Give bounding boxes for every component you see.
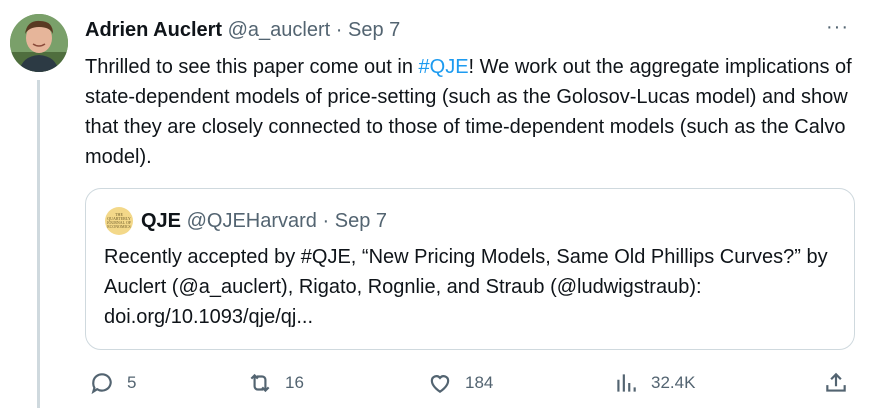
views-icon — [617, 374, 636, 392]
quoted-date: Sep 7 — [334, 210, 387, 232]
action-bar: 5 16 184 32.4K — [85, 364, 855, 404]
tweet-text-before: Thrilled to see this paper come out in — [85, 56, 419, 78]
quoted-avatar-logo-text: THE QUARTERLY JOURNAL OF ECONOMICS — [106, 212, 132, 229]
tweet-header: Adrien Auclert @a_auclert · Sep 7 — [85, 17, 400, 43]
quoted-header: QJE @QJEHarvard · Sep 7 — [141, 208, 387, 234]
quoted-separator: · — [322, 210, 330, 232]
more-options-icon[interactable]: ··· — [826, 16, 849, 39]
avatar-photo — [10, 14, 68, 72]
reply-icon — [91, 373, 112, 395]
avatar[interactable] — [10, 14, 68, 72]
tweet-date[interactable]: Sep 7 — [348, 19, 400, 41]
like-button[interactable]: 184 — [427, 370, 493, 396]
like-count: 184 — [465, 373, 494, 392]
quoted-tweet-card[interactable]: THE QUARTERLY JOURNAL OF ECONOMICS QJE @… — [85, 188, 855, 350]
views-button[interactable]: 32.4K — [613, 370, 695, 396]
share-button[interactable] — [823, 370, 849, 396]
retweet-count: 16 — [285, 373, 304, 392]
retweet-button[interactable]: 16 — [247, 370, 304, 396]
quoted-author-handle: @QJEHarvard — [186, 210, 317, 232]
views-count: 32.4K — [651, 373, 696, 392]
quoted-avatar: THE QUARTERLY JOURNAL OF ECONOMICS — [105, 207, 133, 235]
heart-icon — [430, 375, 450, 393]
author-name[interactable]: Adrien Auclert — [85, 19, 222, 41]
author-handle[interactable]: @a_auclert — [228, 19, 331, 41]
header-separator: · — [335, 19, 343, 41]
quoted-text: Recently accepted by #QJE, “New Pricing … — [104, 246, 828, 328]
tweet-text: Thrilled to see this paper come out in #… — [85, 52, 860, 172]
thread-line — [37, 80, 40, 408]
reply-button[interactable]: 5 — [89, 370, 136, 396]
hashtag-link[interactable]: #QJE — [419, 56, 469, 78]
quoted-author-name: QJE — [141, 210, 182, 232]
reply-count: 5 — [127, 373, 137, 392]
retweet-icon — [250, 373, 270, 393]
share-icon — [826, 372, 846, 392]
